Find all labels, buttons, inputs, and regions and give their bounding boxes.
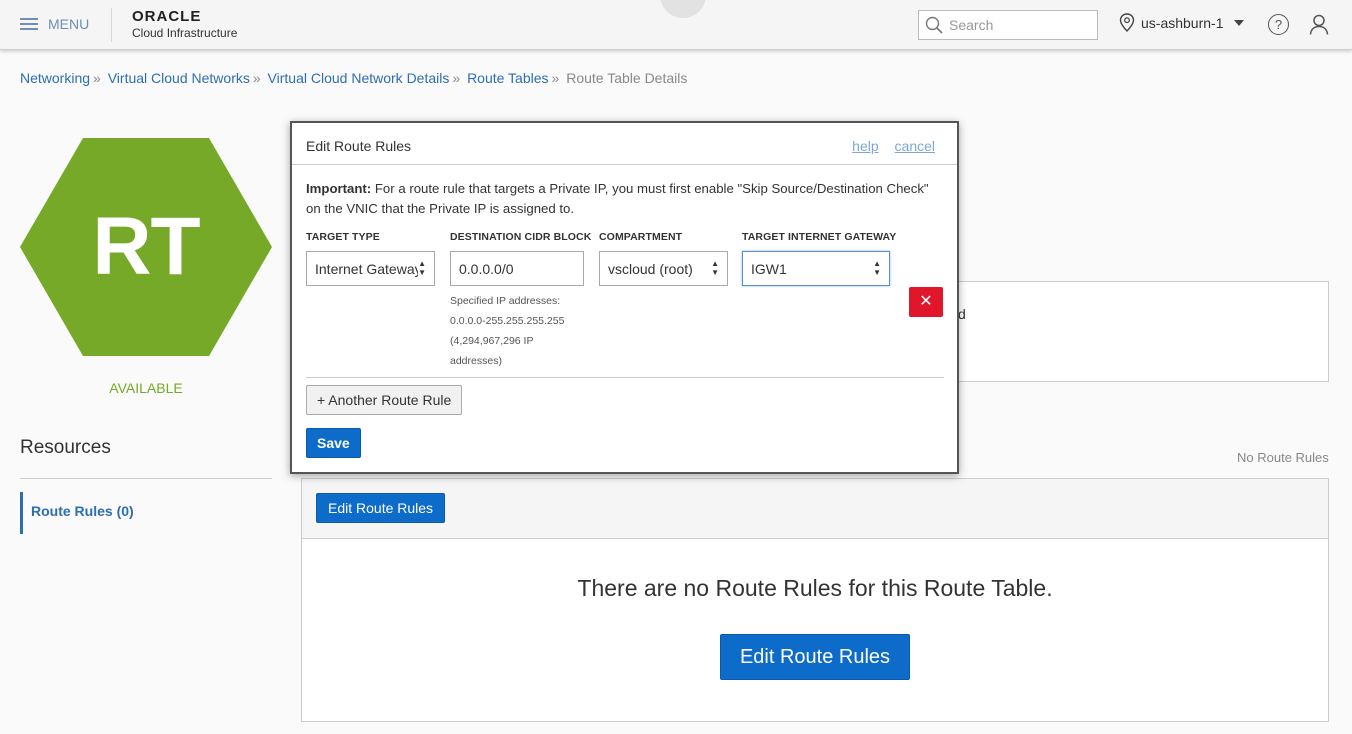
logo-sub-text: Cloud Infrastructure <box>132 26 238 40</box>
dialog-header: Edit Route Rules help cancel <box>292 123 957 165</box>
destination-cidr-value: 0.0.0.0/0 <box>459 260 514 277</box>
location-pin-icon <box>1119 13 1135 32</box>
important-label: Important: <box>306 181 372 196</box>
search-box[interactable] <box>918 10 1098 40</box>
dialog-divider <box>306 377 944 378</box>
menu-label: MENU <box>48 16 90 32</box>
header-divider <box>111 8 112 42</box>
help-icon[interactable]: ? <box>1268 14 1289 35</box>
destination-cidr-label: DESTINATION CIDR BLOCK <box>450 231 592 243</box>
edit-route-rules-large-button[interactable]: Edit Route Rules <box>720 634 910 680</box>
delete-rule-button[interactable]: ✕ <box>909 287 943 317</box>
select-arrows-icon: ▲ ▼ <box>418 259 426 277</box>
breadcrumb-vcns[interactable]: Virtual Cloud Networks <box>108 70 250 86</box>
select-arrows-icon: ▲ ▼ <box>711 259 719 277</box>
breadcrumb-networking[interactable]: Networking <box>20 70 90 86</box>
empty-state-message: There are no Route Rules for this Route … <box>577 575 1053 601</box>
info-text-fragment: d <box>958 306 966 322</box>
hexagon-text: RT <box>92 201 200 292</box>
edit-route-rules-button[interactable]: Edit Route Rules <box>316 493 446 523</box>
status-badge: AVAILABLE <box>109 380 183 396</box>
select-arrows-icon: ▲ ▼ <box>873 259 881 277</box>
compartment-select[interactable]: vscloud (root) ▲ ▼ <box>599 251 728 286</box>
route-rules-panel: Edit Route Rules There are no Route Rule… <box>301 478 1329 722</box>
target-type-value: Internet Gateway <box>315 260 419 277</box>
cidr-help-line: Specified IP addresses: <box>450 295 561 307</box>
dialog-links: help cancel <box>840 138 935 154</box>
breadcrumb-separator: » <box>452 70 461 86</box>
search-input[interactable] <box>949 17 1089 33</box>
save-button[interactable]: Save <box>306 428 361 458</box>
sidebar-item-route-rules[interactable]: Route Rules (0) <box>20 492 272 534</box>
target-gateway-value: IGW1 <box>751 260 787 277</box>
breadcrumb-separator: » <box>93 70 101 86</box>
no-route-rules-label: No Route Rules <box>1237 450 1329 465</box>
cidr-help-line: (4,294,967,296 IP <box>450 335 534 347</box>
breadcrumb: Networking» Virtual Cloud Networks» Virt… <box>20 70 687 86</box>
user-profile-icon[interactable] <box>1309 14 1329 35</box>
breadcrumb-current: Route Table Details <box>566 70 688 86</box>
hamburger-icon <box>20 18 38 30</box>
cidr-help-line: addresses) <box>450 355 502 367</box>
chevron-down-icon <box>1233 19 1244 26</box>
menu-button[interactable]: MENU <box>20 13 89 35</box>
important-notice: Important: For a route rule that targets… <box>306 179 946 219</box>
breadcrumb-vcn-details[interactable]: Virtual Cloud Network Details <box>268 70 450 86</box>
search-icon <box>925 16 943 34</box>
target-gateway-select[interactable]: IGW1 ▲ ▼ <box>742 251 890 286</box>
breadcrumb-separator: » <box>551 70 560 86</box>
compartment-value: vscloud (root) <box>608 260 693 277</box>
route-rules-toolbar: Edit Route Rules <box>302 479 1328 539</box>
help-link[interactable]: help <box>852 138 878 154</box>
target-type-select[interactable]: Internet Gateway ▲ ▼ <box>306 251 435 286</box>
close-icon: ✕ <box>919 293 933 310</box>
region-selector[interactable]: us-ashburn-1 <box>1119 13 1244 32</box>
resources-heading: Resources <box>20 437 111 458</box>
important-text: For a route rule that targets a Private … <box>306 181 929 216</box>
dismiss-circle[interactable] <box>660 0 706 18</box>
cidr-help-text: Specified IP addresses: 0.0.0.0-255.255.… <box>450 291 580 371</box>
logo-main-text: ORACLE <box>132 8 202 25</box>
edit-route-rules-dialog: Edit Route Rules help cancel Important: … <box>290 121 959 474</box>
region-label: us-ashburn-1 <box>1141 14 1224 31</box>
target-gateway-label: TARGET INTERNET GATEWAY <box>742 231 897 243</box>
breadcrumb-separator: » <box>252 70 261 86</box>
resources-divider <box>20 478 272 479</box>
target-type-label: TARGET TYPE <box>306 231 380 243</box>
route-table-hexagon-icon: RT <box>20 138 272 356</box>
top-header: MENU ORACLE Cloud Infrastructure us-ashb… <box>0 0 1352 50</box>
dialog-title: Edit Route Rules <box>306 138 412 154</box>
oracle-logo[interactable]: ORACLE Cloud Infrastructure <box>132 9 237 41</box>
compartment-label: COMPARTMENT <box>599 231 683 243</box>
cidr-help-line: 0.0.0.0-255.255.255.255 <box>450 315 565 327</box>
cancel-link[interactable]: cancel <box>895 138 935 154</box>
destination-cidr-input[interactable]: 0.0.0.0/0 <box>450 251 584 286</box>
breadcrumb-route-tables[interactable]: Route Tables <box>467 70 548 86</box>
add-route-rule-button[interactable]: + Another Route Rule <box>306 385 463 415</box>
